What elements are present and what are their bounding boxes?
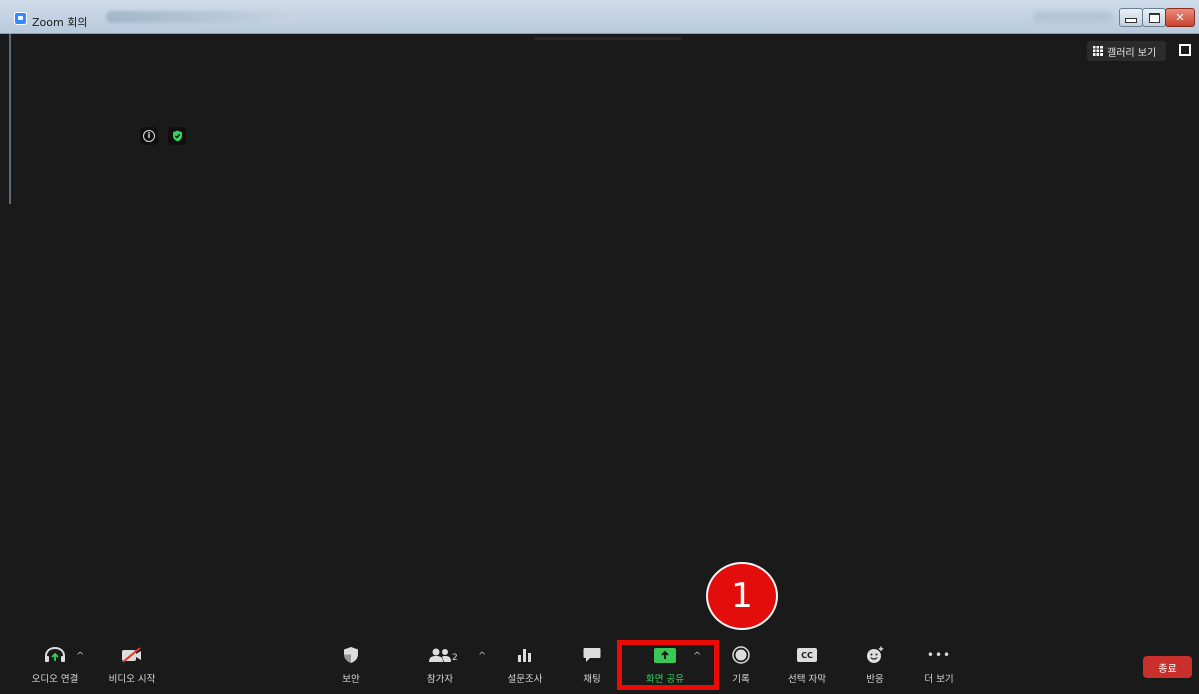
more-label: 더 보기 [924,674,954,685]
window-left-edge [9,34,11,204]
smiley-plus-icon [867,646,884,663]
info-icon: i [143,130,155,142]
close-icon: ✕ [1175,11,1185,24]
chat-label: 채팅 [583,674,601,685]
meeting-toolbar: 오디오 연결 ^ 비디오 시작 보안 참가자 2 ^ 설문조사 채팅 화면 공유… [10,639,1199,694]
shield-icon [344,647,358,663]
zoom-app-icon [14,12,27,25]
minimize-icon [1125,18,1137,23]
shield-check-icon [172,130,182,142]
gallery-view-button[interactable]: 갤러리 보기 [1087,41,1166,61]
step-number-badge: 1 [706,562,778,630]
closed-captions-icon: CC [797,648,817,662]
participants-icon [429,648,451,662]
end-meeting-button[interactable]: 종료 [1143,656,1192,678]
bar-chart-icon [518,649,531,662]
grid-icon [1093,46,1103,56]
more-button[interactable]: ••• 더 보기 [917,639,961,694]
closed-captions-label: 선택 자막 [788,674,826,685]
headphones-icon [45,647,65,662]
window-title: Zoom 회의 [32,16,88,29]
audio-options-caret[interactable]: ^ [76,651,84,662]
meeting-video-area [10,34,1199,639]
minimize-button[interactable] [1119,8,1143,27]
fullscreen-button[interactable] [1179,44,1191,56]
reactions-label: 반응 [866,674,884,685]
join-audio-label: 오디오 연결 [31,674,79,685]
more-dots-icon: ••• [926,648,952,662]
security-button[interactable]: 보안 [331,639,371,694]
participants-options-caret[interactable]: ^ [478,651,486,662]
encryption-status-button[interactable] [168,127,186,145]
blurred-tray-icons [1033,11,1113,23]
maximize-button[interactable] [1142,8,1166,27]
close-window-button[interactable]: ✕ [1165,8,1195,27]
polls-button[interactable]: 설문조사 [500,639,550,694]
gallery-view-label: 갤러리 보기 [1107,47,1157,59]
polls-label: 설문조사 [507,674,543,685]
video-off-icon [122,647,141,663]
chat-icon [583,648,601,662]
share-screen-highlight-box [617,640,719,690]
record-button[interactable]: 기록 [721,639,761,694]
reactions-button[interactable]: 반응 [855,639,895,694]
top-drag-handle [534,37,682,40]
closed-captions-button[interactable]: CC 선택 자막 [782,639,832,694]
meeting-info-button[interactable]: i [140,127,158,145]
start-video-button[interactable]: 비디오 시작 [102,639,162,694]
blurred-url-bar [106,11,296,23]
participants-button[interactable]: 참가자 [415,639,465,694]
window-titlebar: Zoom 회의 ✕ [0,0,1199,34]
start-video-label: 비디오 시작 [108,674,156,685]
record-label: 기록 [732,674,750,685]
chat-button[interactable]: 채팅 [572,639,612,694]
participants-count: 2 [452,653,458,663]
participants-label: 참가자 [426,674,454,685]
security-label: 보안 [342,674,360,685]
maximize-icon [1148,12,1160,23]
join-audio-button[interactable]: 오디오 연결 [25,639,85,694]
record-icon [732,646,750,664]
